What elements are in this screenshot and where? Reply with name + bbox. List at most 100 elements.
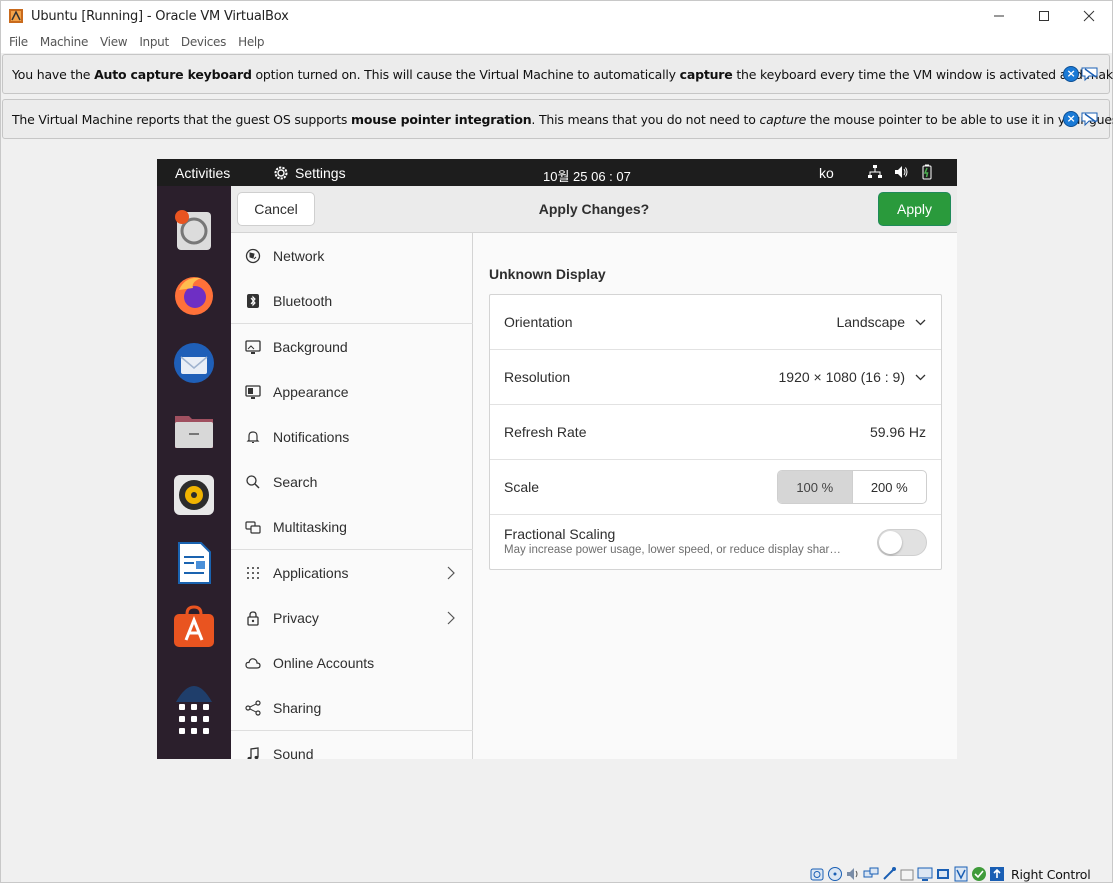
guest-additions-icon[interactable] xyxy=(971,866,987,882)
shared-folders-icon[interactable] xyxy=(899,866,915,882)
maximize-button[interactable] xyxy=(1021,1,1067,31)
sidebar-item-notifications[interactable]: Notifications xyxy=(231,414,473,459)
sidebar-item-background[interactable]: Background xyxy=(231,324,473,369)
multitasking-icon xyxy=(245,520,261,534)
optical-drive-icon[interactable] xyxy=(827,866,843,882)
sidebar-item-label: Sharing xyxy=(273,699,322,716)
input-language[interactable]: ko xyxy=(819,165,834,181)
display-settings-list: Orientation Landscape Resolution 1920 × … xyxy=(489,294,942,570)
notice-text: The Virtual Machine reports that the gue… xyxy=(12,112,1113,127)
notice-text-part: capture xyxy=(679,67,733,82)
virtualbox-window: Ubuntu [Running] - Oracle VM VirtualBox … xyxy=(0,0,1113,883)
hard-disk-icon[interactable] xyxy=(809,866,825,882)
battery-icon xyxy=(922,164,932,180)
system-tray[interactable] xyxy=(867,164,935,180)
video-capture-icon[interactable] xyxy=(935,866,951,882)
chevron-right-icon xyxy=(447,566,455,579)
sidebar-item-applications[interactable]: Applications xyxy=(231,550,473,595)
sidebar-item-sharing[interactable]: Sharing xyxy=(231,685,473,730)
sidebar-item-multitasking[interactable]: Multitasking xyxy=(231,504,473,549)
do-not-show-icon[interactable] xyxy=(1081,111,1099,127)
clock[interactable]: 10월 25 06 : 07 xyxy=(543,166,631,185)
notice-text-part: the keyboard every time the VM window is… xyxy=(732,67,1113,82)
notice-text-part: option turned on. This will cause the Vi… xyxy=(251,67,680,82)
fractional-scaling-row: Fractional Scaling May increase power us… xyxy=(490,515,941,570)
appearance-icon xyxy=(245,384,261,399)
orientation-row[interactable]: Orientation Landscape xyxy=(490,295,941,350)
show-apps-grid-icon[interactable] xyxy=(171,696,217,742)
notice-close-button[interactable]: × xyxy=(1063,66,1079,82)
orientation-value: Landscape xyxy=(836,314,905,330)
menu-bar: File Machine View Input Devices Help xyxy=(1,31,1112,53)
sidebar-item-sound[interactable]: Sound xyxy=(231,731,473,759)
notice-mouse-integration: The Virtual Machine reports that the gue… xyxy=(2,99,1113,139)
close-icon xyxy=(1083,10,1095,22)
sidebar-item-label: Appearance xyxy=(273,383,349,400)
vm-screen[interactable]: Activities Settings 10월 25 06 : 07 ko Ca… xyxy=(157,159,957,759)
scale-row: Scale 100 % 200 % xyxy=(490,460,941,515)
sidebar-item-online-accounts[interactable]: Online Accounts xyxy=(231,640,473,685)
gnome-top-bar: Activities Settings 10월 25 06 : 07 ko xyxy=(157,159,957,186)
notice-text-part: capture xyxy=(759,112,807,127)
display-name-heading: Unknown Display xyxy=(489,266,606,282)
minimize-button[interactable] xyxy=(976,1,1022,31)
fractional-scaling-description: May increase power usage, lower speed, o… xyxy=(504,544,841,556)
network-adapter-icon[interactable] xyxy=(863,866,879,882)
chevron-down-icon xyxy=(915,319,926,325)
notice-close-button[interactable]: × xyxy=(1063,111,1079,127)
sidebar-item-network[interactable]: Network xyxy=(231,233,473,278)
notice-text-part: Auto capture keyboard xyxy=(94,67,252,82)
minimize-icon xyxy=(994,15,1004,17)
do-not-show-icon[interactable] xyxy=(1081,66,1099,82)
chevron-down-icon xyxy=(915,374,926,380)
sidebar-item-label: Applications xyxy=(273,564,349,581)
scale-option-100[interactable]: 100 % xyxy=(778,471,853,503)
files-icon[interactable] xyxy=(171,408,217,454)
search-icon xyxy=(246,474,260,489)
resolution-row[interactable]: Resolution 1920 × 1080 (16 : 9) xyxy=(490,350,941,405)
sidebar-item-label: Notifications xyxy=(273,428,350,445)
rhythmbox-icon[interactable] xyxy=(171,472,217,518)
resolution-dropdown[interactable]: 1920 × 1080 (16 : 9) xyxy=(779,369,927,385)
title-bar: Ubuntu [Running] - Oracle VM VirtualBox xyxy=(1,1,1112,31)
display-icon[interactable] xyxy=(917,866,933,882)
close-button[interactable] xyxy=(1066,1,1112,31)
lock-icon xyxy=(247,610,259,626)
thunderbird-icon[interactable] xyxy=(171,340,217,386)
audio-icon[interactable] xyxy=(845,866,861,882)
help-app-icon[interactable] xyxy=(171,208,217,254)
notice-text-part: mouse pointer integration xyxy=(351,112,532,127)
mouse-integration-icon[interactable] xyxy=(989,866,1005,882)
notice-text-part: The Virtual Machine reports that the gue… xyxy=(12,112,352,127)
menu-help[interactable]: Help xyxy=(232,35,270,49)
app-center-icon[interactable] xyxy=(171,604,217,650)
sidebar-item-search[interactable]: Search xyxy=(231,459,473,504)
fractional-scaling-switch[interactable] xyxy=(877,529,927,556)
sidebar-item-bluetooth[interactable]: Bluetooth xyxy=(231,278,473,323)
scale-label: Scale xyxy=(504,479,540,495)
app-menu[interactable]: Settings xyxy=(273,165,346,181)
sidebar-item-appearance[interactable]: Appearance xyxy=(231,369,473,414)
sidebar-item-privacy[interactable]: Privacy xyxy=(231,595,473,640)
menu-file[interactable]: File xyxy=(3,35,34,49)
notice-text: You have the Auto capture keyboard optio… xyxy=(12,67,1113,82)
display-settings-panel: Unknown Display Orientation Landscape Re… xyxy=(474,233,957,759)
notice-auto-capture: You have the Auto capture keyboard optio… xyxy=(2,54,1113,94)
orientation-dropdown[interactable]: Landscape xyxy=(836,314,926,330)
ubuntu-dock xyxy=(157,186,231,759)
resolution-value: 1920 × 1080 (16 : 9) xyxy=(778,369,906,385)
dialog-title: Apply Changes? xyxy=(538,201,650,217)
apps-grid-icon xyxy=(247,566,259,579)
libreoffice-writer-icon[interactable] xyxy=(171,540,217,586)
scale-option-200[interactable]: 200 % xyxy=(853,471,927,503)
menu-input[interactable]: Input xyxy=(133,35,175,49)
menu-devices[interactable]: Devices xyxy=(175,35,232,49)
menu-view[interactable]: View xyxy=(94,35,133,49)
menu-machine[interactable]: Machine xyxy=(34,35,94,49)
activities-button[interactable]: Activities xyxy=(175,165,230,181)
hardware-virtualization-icon[interactable] xyxy=(953,866,969,882)
apply-button[interactable]: Apply xyxy=(878,192,951,226)
firefox-icon[interactable] xyxy=(171,272,217,318)
usb-icon[interactable] xyxy=(881,866,897,882)
virtualbox-app-icon xyxy=(9,9,23,23)
